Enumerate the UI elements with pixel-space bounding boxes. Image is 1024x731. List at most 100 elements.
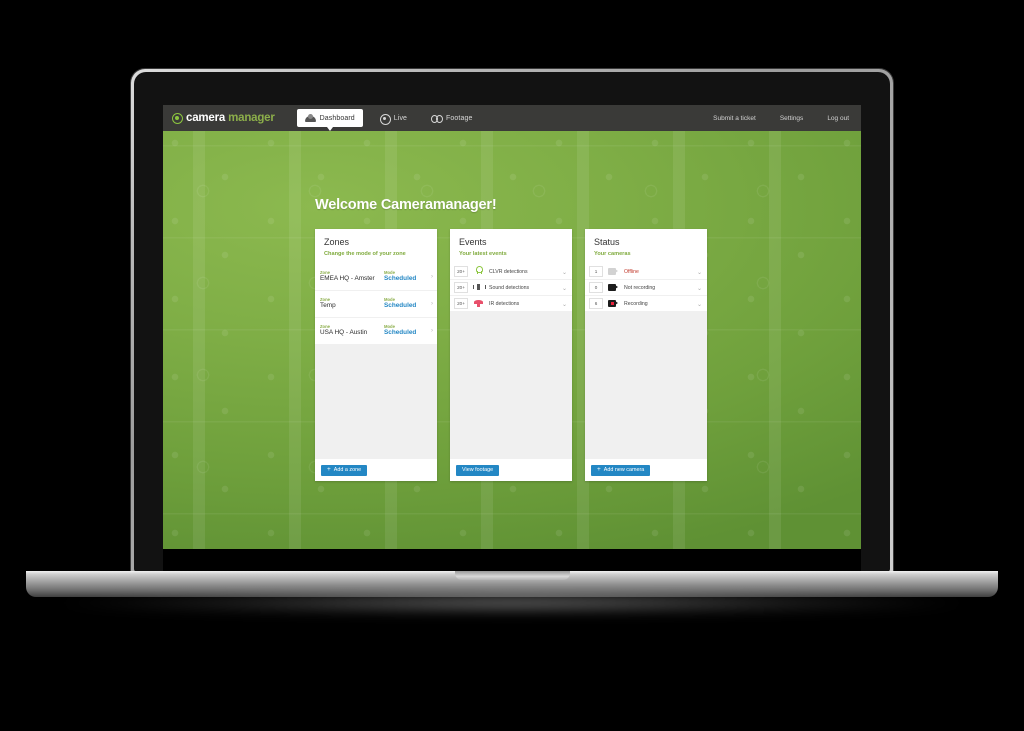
page-title: Welcome Cameramanager!: [315, 197, 497, 213]
events-panel: Events Your latest events 20+ CLVR detec…: [450, 229, 572, 481]
secondary-nav: Submit a ticket Settings Log out: [689, 115, 849, 122]
plus-icon: +: [327, 465, 331, 473]
camera-icon: [608, 282, 619, 293]
event-row[interactable]: 20+ CLVR detections ⌄: [450, 264, 572, 279]
status-count: 0: [589, 282, 603, 293]
ir-beam-icon: [473, 298, 484, 309]
nav-tab-footage[interactable]: Footage: [423, 109, 480, 127]
chevron-down-icon[interactable]: ⌄: [697, 285, 702, 292]
chevron-right-icon[interactable]: ›: [431, 274, 433, 280]
event-row[interactable]: 20+ Sound detections ⌄: [450, 280, 572, 295]
chevron-down-icon[interactable]: ⌄: [697, 269, 702, 276]
nav-tab-live[interactable]: Live: [371, 109, 415, 127]
status-panel-title: Status: [594, 237, 620, 247]
zones-list: Zone EMEA HQ - Amster Mode Scheduled › Z…: [315, 264, 437, 459]
sound-wave-icon: [473, 282, 486, 293]
status-label: Offline: [624, 268, 639, 275]
zone-mode-group: Mode Scheduled: [384, 297, 426, 310]
zone-mode: Scheduled: [384, 302, 417, 310]
nav-tab-live-label: Live: [393, 114, 408, 122]
add-a-zone-button[interactable]: + Add a zone: [321, 464, 368, 476]
add-new-camera-button[interactable]: + Add new camera: [591, 464, 651, 476]
status-panel-header: Status Your cameras: [585, 229, 707, 264]
events-panel-header: Events Your latest events: [450, 229, 572, 264]
binoculars-icon: [431, 114, 444, 123]
dashboard-background: Welcome Cameramanager! Zones Change the …: [163, 131, 861, 549]
event-row[interactable]: 20+ IR detections ⌄: [450, 296, 572, 311]
events-panel-title: Events: [459, 237, 487, 247]
view-footage-label: View footage: [462, 467, 494, 473]
zone-name: EMEA HQ - Amster: [320, 275, 375, 283]
event-count: 20+: [454, 266, 468, 277]
zone-row[interactable]: Zone Temp Mode Scheduled ›: [315, 291, 437, 317]
zone-mode: Scheduled: [384, 329, 417, 337]
dashboard-icon: [304, 113, 316, 123]
brand-name-part2: manager: [228, 112, 275, 124]
nav-tab-dashboard-label: Dashboard: [319, 114, 355, 122]
nav-tab-dashboard[interactable]: Dashboard: [296, 109, 363, 131]
chevron-right-icon[interactable]: ›: [431, 301, 433, 307]
event-count: 20+: [454, 298, 468, 309]
chevron-down-icon[interactable]: ⌄: [562, 269, 567, 276]
zone-mode: Scheduled: [384, 275, 417, 283]
status-count: 6: [589, 298, 603, 309]
zone-name: USA HQ - Austin: [320, 329, 368, 337]
chevron-down-icon[interactable]: ⌄: [697, 301, 702, 308]
status-row[interactable]: 0 Not recording ⌄: [585, 280, 707, 295]
zone-mode-group: Mode Scheduled: [384, 270, 426, 283]
zone-name-group: Zone Temp: [320, 297, 384, 310]
primary-nav: Dashboard Live Footage: [296, 105, 489, 131]
chevron-down-icon[interactable]: ⌄: [562, 301, 567, 308]
events-list: 20+ CLVR detections ⌄ 20+ Sound detectio…: [450, 264, 572, 459]
events-panel-footer: View footage: [450, 459, 572, 481]
brand-name-part1: camera: [186, 112, 226, 124]
chevron-right-icon[interactable]: ›: [431, 328, 433, 334]
dashboard-panels: Zones Change the mode of your zone Zone …: [315, 229, 707, 481]
status-list: 1 Offline ⌄ 0 Not recording ⌄ 6 Recordin…: [585, 264, 707, 459]
submit-ticket-link[interactable]: Submit a ticket: [713, 115, 756, 122]
event-count: 20+: [454, 282, 468, 293]
laptop-screen-bottom: [163, 549, 861, 571]
status-label: Not recording: [624, 284, 656, 291]
zones-panel-header: Zones Change the mode of your zone: [315, 229, 437, 264]
status-panel: Status Your cameras 1 Offline ⌄ 0 Not re…: [585, 229, 707, 481]
status-row[interactable]: 6 Recording ⌄: [585, 296, 707, 311]
zone-row[interactable]: Zone EMEA HQ - Amster Mode Scheduled ›: [315, 264, 437, 290]
laptop-shadow: [60, 592, 964, 614]
status-panel-subtitle: Your cameras: [594, 251, 631, 257]
top-navigation-bar: camera manager Dashboard Live Footage Sub…: [163, 105, 861, 131]
settings-link[interactable]: Settings: [780, 115, 804, 122]
zones-panel-footer: + Add a zone: [315, 459, 437, 481]
nav-tab-footage-label: Footage: [446, 114, 473, 122]
camera-offline-icon: [608, 266, 619, 277]
laptop-mockup: camera manager Dashboard Live Footage Sub…: [0, 0, 1024, 731]
events-panel-subtitle: Your latest events: [459, 251, 507, 257]
add-new-camera-label: Add new camera: [603, 467, 645, 473]
status-label: Recording: [624, 300, 648, 307]
camera-recording-icon: [608, 298, 619, 309]
status-count: 1: [589, 266, 603, 277]
screen: camera manager Dashboard Live Footage Sub…: [163, 105, 861, 549]
lightbulb-icon: [473, 266, 484, 277]
zone-row[interactable]: Zone USA HQ - Austin Mode Scheduled ›: [315, 318, 437, 344]
chevron-down-icon[interactable]: ⌄: [562, 285, 567, 292]
zone-name-group: Zone USA HQ - Austin: [320, 324, 384, 337]
zone-name-group: Zone EMEA HQ - Amster: [320, 270, 384, 283]
zone-mode-group: Mode Scheduled: [384, 324, 426, 337]
event-label: CLVR detections: [489, 268, 528, 275]
view-footage-button[interactable]: View footage: [456, 464, 500, 476]
event-label: IR detections: [489, 300, 520, 307]
live-circle-icon: [379, 113, 391, 125]
zones-panel-subtitle: Change the mode of your zone: [324, 251, 406, 257]
zones-panel-title: Zones: [324, 237, 350, 247]
zone-name: Temp: [320, 302, 336, 310]
logo-lens-icon: [172, 112, 183, 124]
plus-icon: +: [597, 465, 601, 473]
status-row[interactable]: 1 Offline ⌄: [585, 264, 707, 279]
add-a-zone-label: Add a zone: [333, 467, 362, 473]
zones-panel: Zones Change the mode of your zone Zone …: [315, 229, 437, 481]
status-panel-footer: + Add new camera: [585, 459, 707, 481]
log-out-link[interactable]: Log out: [827, 115, 849, 122]
event-label: Sound detections: [489, 284, 530, 291]
brand-logo[interactable]: camera manager: [172, 112, 275, 124]
